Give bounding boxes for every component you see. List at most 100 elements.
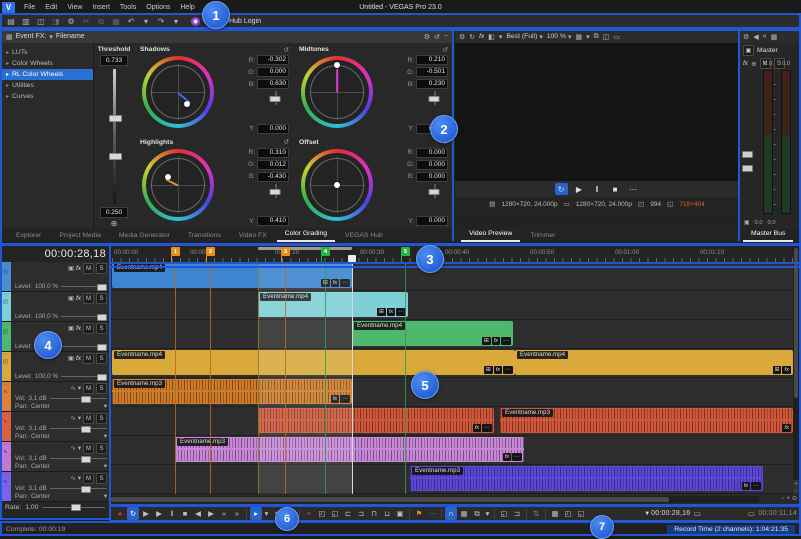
event-fx-icon[interactable]: fx bbox=[503, 453, 512, 461]
mute-button[interactable]: M bbox=[83, 353, 94, 364]
vol-slider-knob[interactable] bbox=[81, 396, 91, 403]
selection-range-icon[interactable]: ▭ bbox=[691, 507, 703, 520]
tab-transitions[interactable]: Transitions bbox=[180, 230, 229, 242]
horizontal-scrollbar[interactable] bbox=[110, 496, 759, 503]
lock-event-button[interactable]: ▣ bbox=[394, 507, 406, 520]
insert-audio-track-button[interactable]: ◱ bbox=[575, 507, 587, 520]
preview-loop-icon[interactable]: ↻ bbox=[469, 33, 475, 41]
vol-value[interactable]: 3,1 dB bbox=[29, 485, 47, 492]
selection-end-icon[interactable]: ▭ bbox=[745, 507, 757, 520]
track-grip-icon[interactable]: ⋯ bbox=[3, 293, 8, 297]
highlights-color-wheel[interactable] bbox=[142, 149, 214, 221]
mute-button[interactable]: M bbox=[83, 263, 94, 274]
threshold-pick-icon[interactable]: ⊕ bbox=[111, 219, 118, 228]
video-track-row-1[interactable]: Eventname.mp4 ⊞fx⋯ bbox=[110, 262, 793, 291]
track-grip-icon[interactable]: ⋯ bbox=[3, 473, 8, 477]
vol-value[interactable]: 3,1 dB bbox=[29, 395, 47, 402]
track-fx-button[interactable]: fx bbox=[76, 355, 81, 362]
track-color-strip[interactable]: ⋯◰ bbox=[0, 262, 11, 291]
edit-tool-button[interactable]: ▸ bbox=[250, 507, 262, 520]
pan-dropdown-icon[interactable]: ▾ bbox=[104, 403, 107, 410]
video-track-row-4[interactable]: Eventname.mp4 ⊞fx⋯ Eventname.mp4 ⊞fx bbox=[110, 349, 793, 378]
event-fx-icon[interactable]: fx bbox=[387, 308, 396, 316]
undo-icon[interactable]: ↶ bbox=[125, 16, 137, 28]
envelope-dropdown-icon[interactable]: ▾ bbox=[78, 385, 81, 392]
event-fx-icon[interactable]: fx bbox=[473, 424, 482, 432]
vol-value[interactable]: 3,1 dB bbox=[29, 455, 47, 462]
grid-overlay-icon[interactable]: ▦ bbox=[575, 33, 582, 41]
vol-slider-knob[interactable] bbox=[81, 426, 91, 433]
zoom-in-time-icon[interactable]: + bbox=[786, 495, 790, 502]
marker-5[interactable]: 5 bbox=[401, 247, 410, 256]
tab-video-fx[interactable]: Video FX bbox=[231, 230, 275, 242]
offset-color-wheel[interactable] bbox=[301, 149, 373, 221]
track-grip-icon[interactable]: ⋯ bbox=[3, 443, 8, 447]
level-slider-knob[interactable] bbox=[97, 284, 107, 291]
audio-track-row-3[interactable]: Eventname.mp3 fx⋯ bbox=[110, 436, 793, 465]
menu-edit[interactable]: Edit bbox=[40, 4, 62, 11]
event-fx-icon[interactable]: fx bbox=[782, 424, 791, 432]
event-more-icon[interactable]: ⋯ bbox=[501, 337, 511, 345]
highlights-luma-slider[interactable] bbox=[261, 184, 289, 198]
mute-button[interactable]: M bbox=[83, 413, 94, 424]
event-more-icon[interactable]: ⋯ bbox=[482, 424, 492, 432]
video-preview-canvas[interactable] bbox=[455, 43, 739, 181]
track-grip-icon[interactable]: ⋯ bbox=[3, 323, 8, 327]
plugin-item-curves[interactable]: ▸ Curves bbox=[2, 91, 93, 102]
vertical-scrollbar[interactable] bbox=[793, 246, 799, 494]
highlights-g-value[interactable]: 0.012 bbox=[257, 160, 289, 170]
fader-lock-icon[interactable]: ▣ bbox=[744, 220, 749, 226]
panel-options-icon[interactable]: ⚙ bbox=[424, 33, 430, 41]
shadows-b-value[interactable]: 0.630 bbox=[257, 79, 289, 89]
panel-minimize-icon[interactable]: − bbox=[444, 33, 448, 41]
offset-g-value[interactable]: 0.000 bbox=[416, 160, 448, 170]
loop-playback-button[interactable]: ↻ bbox=[555, 183, 568, 195]
bus-assign-icon[interactable]: ▣ bbox=[68, 355, 74, 362]
menu-insert[interactable]: Insert bbox=[87, 4, 115, 11]
shadows-y-value[interactable]: 0.000 bbox=[257, 124, 289, 134]
mixer-button[interactable]: ▦ bbox=[549, 507, 561, 520]
video-track-row-3[interactable]: Eventname.mp4 ⊞fx⋯ bbox=[110, 320, 793, 349]
track-grip-icon[interactable]: ⋯ bbox=[3, 383, 8, 387]
previous-frame-button[interactable]: « bbox=[218, 507, 230, 520]
snap-toggle-button[interactable]: ∩ bbox=[445, 507, 457, 520]
offset-b-value[interactable]: 0.000 bbox=[416, 172, 448, 182]
pan-dropdown-icon[interactable]: ▾ bbox=[104, 463, 107, 470]
vol-slider[interactable] bbox=[50, 396, 107, 401]
highlights-b-value[interactable]: -0.430 bbox=[257, 172, 289, 182]
tab-trimmer[interactable]: Trimmer bbox=[522, 230, 563, 242]
split-screen-icon[interactable]: ◧ bbox=[488, 33, 495, 41]
vol-slider-knob[interactable] bbox=[81, 486, 91, 493]
ripple-edit-button[interactable]: ⊐ bbox=[511, 507, 523, 520]
save-snapshot-icon[interactable]: ◫ bbox=[603, 33, 610, 41]
pan-dropdown-icon[interactable]: ▾ bbox=[104, 433, 107, 440]
envelope-dropdown-icon[interactable]: ▾ bbox=[78, 475, 81, 482]
rate-value[interactable]: 1,00 bbox=[25, 504, 38, 511]
marker-2[interactable]: 2 bbox=[206, 247, 215, 256]
solo-button[interactable]: S bbox=[96, 263, 107, 274]
new-project-icon[interactable]: ▤ bbox=[5, 16, 17, 28]
trim-adjacent-button[interactable]: ⊐ bbox=[355, 507, 367, 520]
shadows-luma-slider[interactable] bbox=[261, 91, 289, 105]
split-screen-dropdown-icon[interactable]: ▾ bbox=[499, 33, 503, 41]
event-pan-crop-icon[interactable]: ⊞ bbox=[484, 366, 493, 374]
shadows-r-value[interactable]: -0.302 bbox=[257, 55, 289, 65]
vol-slider[interactable] bbox=[50, 486, 107, 491]
paste-icon[interactable]: ▦ bbox=[110, 16, 122, 28]
master-speaker-icon[interactable]: ◀ bbox=[753, 33, 758, 41]
loop-playback-button[interactable]: ↻ bbox=[127, 507, 139, 520]
envelope-icon[interactable]: ∿ bbox=[71, 475, 76, 482]
solo-button[interactable]: S bbox=[96, 383, 107, 394]
vol-slider[interactable] bbox=[50, 456, 107, 461]
master-insert-fx-icon[interactable]: ⊕ bbox=[751, 60, 756, 68]
master-bus-icon[interactable]: ▣ bbox=[743, 45, 754, 56]
external-monitor-icon[interactable]: ▭ bbox=[613, 33, 620, 41]
menu-help[interactable]: Help bbox=[175, 4, 199, 11]
envelope-dropdown-icon[interactable]: ▾ bbox=[78, 445, 81, 452]
solo-button[interactable]: S bbox=[96, 443, 107, 454]
master-fader-left[interactable] bbox=[742, 151, 753, 158]
midtones-r-value[interactable]: 0.210 bbox=[416, 55, 448, 65]
event-more-icon[interactable]: ⋯ bbox=[512, 453, 522, 461]
insert-marker-button[interactable]: ⚑ bbox=[413, 507, 425, 520]
track-color-strip[interactable]: ⋯◰ bbox=[0, 292, 11, 321]
